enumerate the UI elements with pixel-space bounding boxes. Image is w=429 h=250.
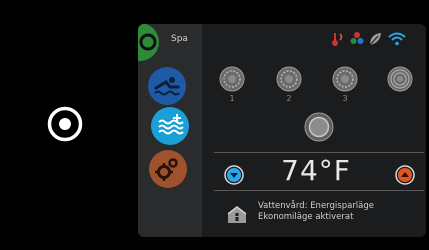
- jet-button-4[interactable]: [387, 66, 413, 92]
- jet-label-2: 2: [286, 94, 292, 103]
- jet-button-2[interactable]: [276, 66, 302, 92]
- status-message-line-2: Ekonomiläge aktiverat: [258, 212, 354, 222]
- temp-down-button[interactable]: [224, 165, 244, 185]
- leaf-icon: [369, 33, 381, 46]
- filter-icon: [350, 32, 364, 44]
- tab-settings[interactable]: [148, 149, 188, 189]
- divider-top: [214, 152, 424, 153]
- heater-icon: [332, 33, 343, 46]
- status-message-line-1: Vattenvård: Energisparläge: [258, 201, 375, 211]
- temperature-display: 74°F: [281, 154, 351, 187]
- light-button[interactable]: [304, 112, 334, 142]
- tab-jets[interactable]: [147, 66, 187, 106]
- jet-label-3: 3: [342, 94, 348, 103]
- spa-panel: Spa 1 2 3 74°F Vattenvård: Energisparläg…: [138, 24, 426, 237]
- wifi-icon: [388, 32, 406, 46]
- jet-button-1[interactable]: [219, 66, 245, 92]
- jet-label-1: 1: [229, 94, 235, 103]
- home-button[interactable]: [46, 105, 84, 143]
- house-info-icon: [227, 206, 247, 223]
- tab-strip: [138, 24, 202, 237]
- divider-bottom: [214, 190, 424, 191]
- status-message: Vattenvård: Energisparläge Ekonomiläge a…: [258, 201, 374, 223]
- jet-button-3[interactable]: [332, 66, 358, 92]
- tab-spa[interactable]: [138, 24, 160, 62]
- tab-water-care[interactable]: [150, 106, 190, 146]
- status-icons: [332, 31, 422, 49]
- temp-up-button[interactable]: [395, 165, 415, 185]
- page-title: Spa: [171, 34, 188, 44]
